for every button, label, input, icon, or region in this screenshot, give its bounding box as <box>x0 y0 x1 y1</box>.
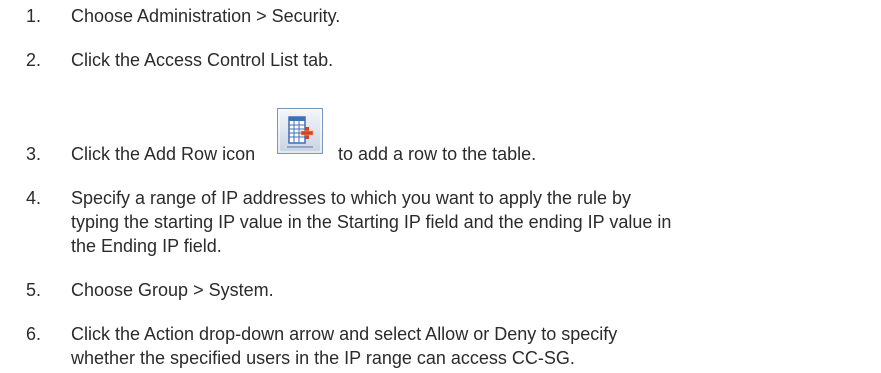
step-line: typing the starting IP value in the Star… <box>71 212 672 232</box>
step-number: 6. <box>26 324 42 344</box>
step-line: Click the Action drop-down arrow and sel… <box>71 324 618 344</box>
step-text: Specify a range of IP addresses to which… <box>71 186 871 258</box>
step-number: 1. <box>26 6 42 26</box>
step-number: 4. <box>26 188 42 208</box>
step-text: Click the Action drop-down arrow and sel… <box>71 322 871 370</box>
step-text: Choose Group > System. <box>71 278 871 302</box>
add-row-icon <box>277 108 323 154</box>
step-line: Choose Group > System. <box>71 280 274 300</box>
step-line: the Ending IP field. <box>71 236 222 256</box>
step-number: 5. <box>26 280 42 300</box>
step-line: Click the Access Control List tab. <box>71 50 334 70</box>
step-text: Choose Administration > Security. <box>71 4 871 28</box>
step-number: 3. <box>26 144 42 164</box>
step-text: Click the Access Control List tab. <box>71 48 871 72</box>
step-text-after-icon: to add a row to the table. <box>338 144 537 164</box>
step-text-before-icon: Click the Add Row icon <box>71 144 256 164</box>
step-number: 2. <box>26 50 42 70</box>
step-line: Specify a range of IP addresses to which… <box>71 188 631 208</box>
step-line: whether the specified users in the IP ra… <box>71 348 575 368</box>
step-line: Choose Administration > Security. <box>71 6 341 26</box>
step-text-after: to add a row to the table. <box>338 142 536 166</box>
